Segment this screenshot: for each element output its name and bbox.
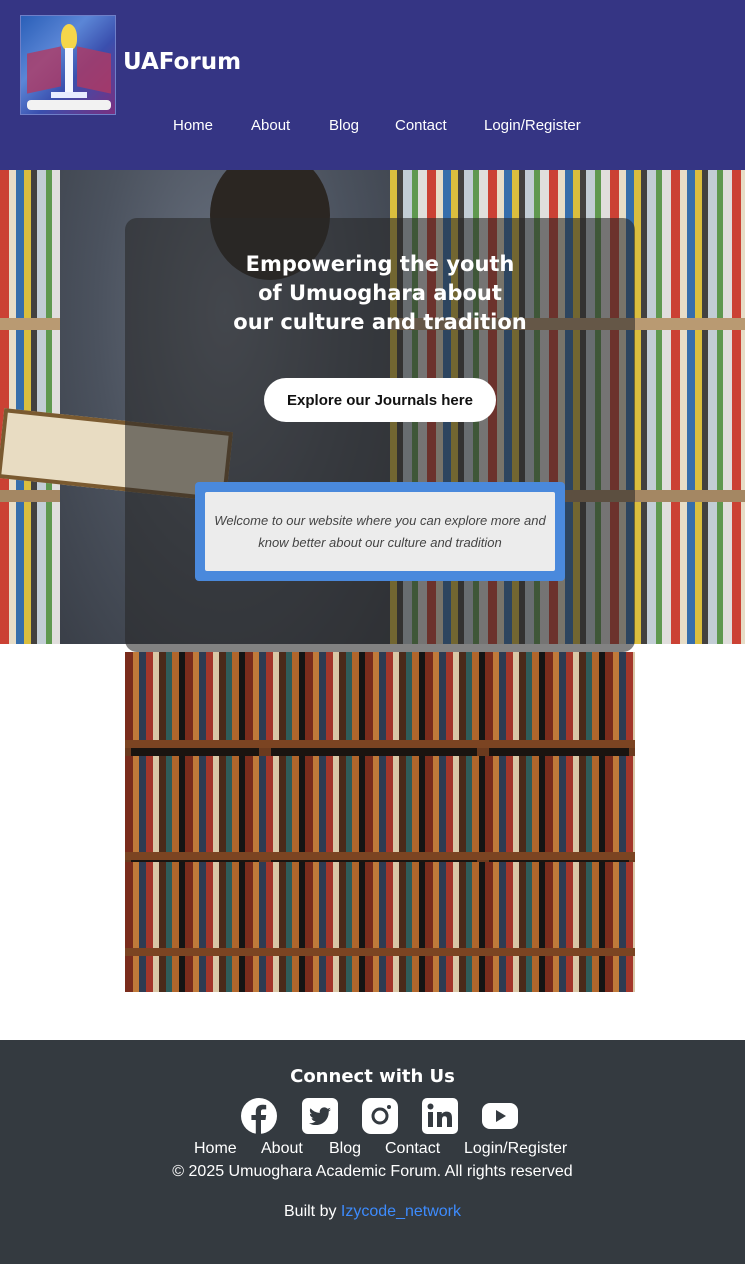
- site-footer: Connect with Us Home About Blog Contact …: [0, 1040, 745, 1264]
- footer-nav: Home About Blog Contact Login/Register: [0, 1140, 745, 1160]
- logo-book-right: [77, 46, 111, 94]
- nav-blog[interactable]: Blog: [329, 117, 359, 134]
- built-by-line: Built by Izycode_network: [0, 1203, 745, 1221]
- book-row: [125, 756, 635, 852]
- footer-nav-login-register[interactable]: Login/Register: [464, 1140, 567, 1158]
- book-row: [125, 862, 635, 958]
- candle-icon: [65, 48, 73, 94]
- library-bookshelf-image: [125, 652, 635, 992]
- candle-flame-icon: [61, 24, 77, 50]
- logo-ribbon: [27, 100, 111, 110]
- hero-title-line: of Umuoghara about: [258, 281, 502, 305]
- footer-nav-contact[interactable]: Contact: [385, 1140, 440, 1158]
- built-by-prefix: Built by: [284, 1203, 337, 1220]
- twitter-icon[interactable]: [302, 1098, 338, 1134]
- nav-login-register[interactable]: Login/Register: [484, 117, 581, 134]
- instagram-icon[interactable]: [362, 1098, 398, 1134]
- nav-contact[interactable]: Contact: [395, 117, 447, 134]
- facebook-icon[interactable]: [241, 1098, 277, 1134]
- logo[interactable]: [20, 15, 116, 115]
- welcome-text: Welcome to our website where you can exp…: [214, 512, 546, 550]
- logo-base: [51, 92, 87, 98]
- developer-link[interactable]: Izycode_network: [341, 1203, 461, 1220]
- footer-nav-about[interactable]: About: [261, 1140, 303, 1158]
- hero-title: Empowering the youth of Umuoghara about …: [125, 250, 635, 337]
- welcome-box: Welcome to our website where you can exp…: [195, 482, 565, 581]
- shelf-plank: [125, 948, 635, 956]
- book-row: [125, 958, 635, 992]
- brand-name[interactable]: UAForum: [123, 49, 241, 75]
- linkedin-icon[interactable]: [422, 1098, 458, 1134]
- explore-journals-button[interactable]: Explore our Journals here: [264, 378, 496, 422]
- footer-nav-home[interactable]: Home: [194, 1140, 237, 1158]
- site-header: UAForum Home About Blog Contact Login/Re…: [0, 0, 745, 170]
- nav-about[interactable]: About: [251, 117, 290, 134]
- copyright-text: © 2025 Umuoghara Academic Forum. All rig…: [172, 1163, 573, 1180]
- logo-book-left: [27, 46, 61, 94]
- book-row: [125, 652, 635, 748]
- social-links: [241, 1098, 521, 1134]
- youtube-icon[interactable]: [482, 1098, 518, 1134]
- footer-nav-blog[interactable]: Blog: [329, 1140, 361, 1158]
- hero-title-line: Empowering the youth: [245, 252, 515, 276]
- footer-heading: Connect with Us: [290, 1066, 455, 1087]
- main-nav: Home About Blog Contact Login/Register: [0, 117, 745, 139]
- nav-home[interactable]: Home: [173, 117, 213, 134]
- shelf-plank: [125, 740, 635, 748]
- hero-title-line: our culture and tradition: [233, 310, 527, 334]
- welcome-box-inner: Welcome to our website where you can exp…: [205, 492, 555, 571]
- shelf-plank: [125, 852, 635, 860]
